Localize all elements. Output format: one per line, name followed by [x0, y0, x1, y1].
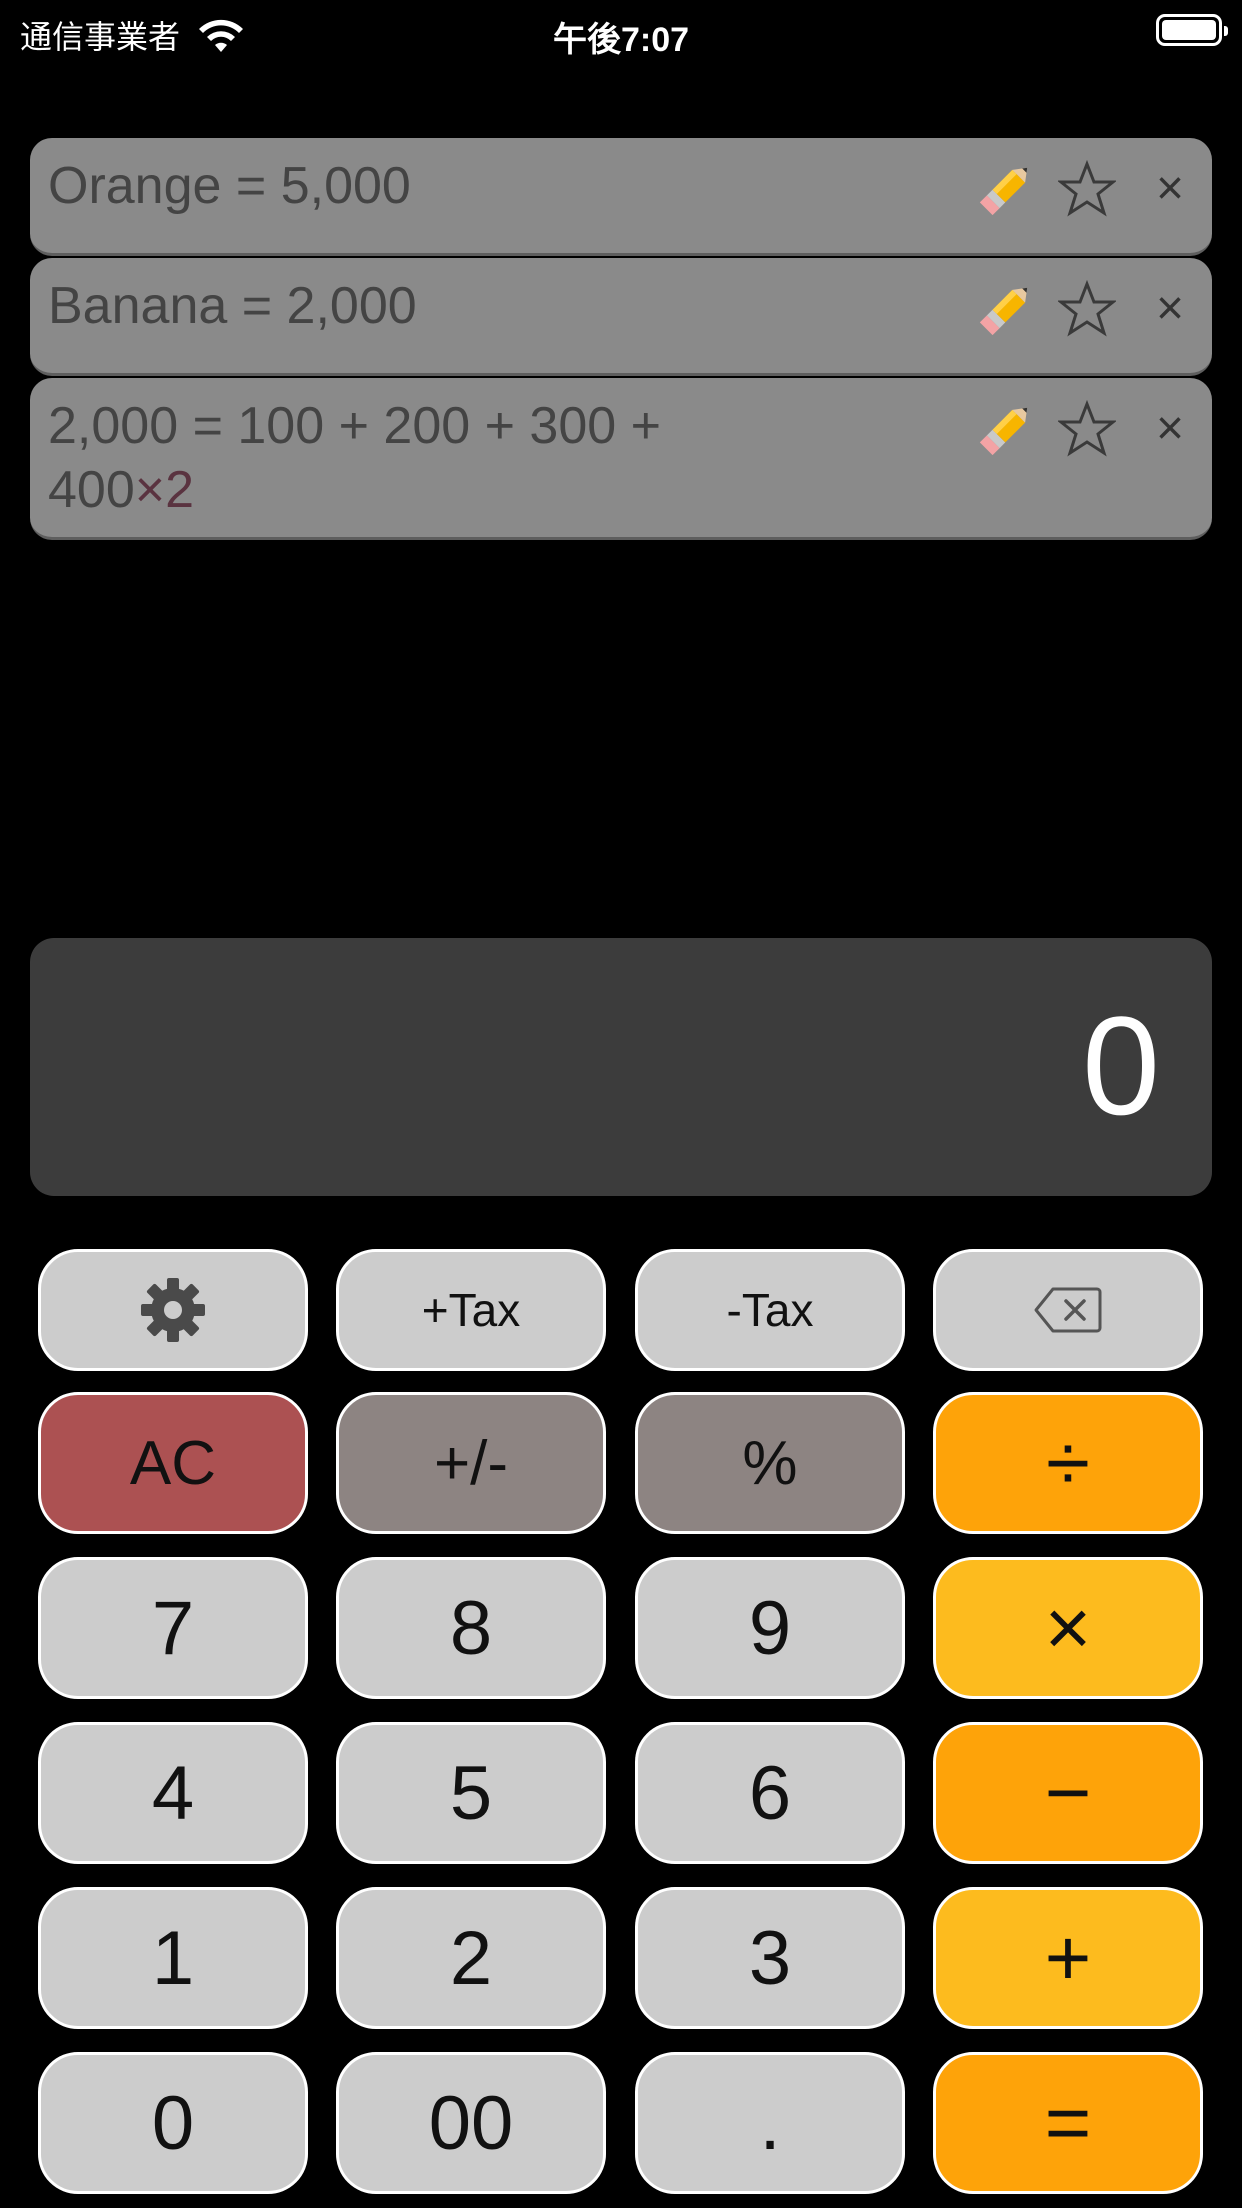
close-icon[interactable]: × — [1150, 277, 1190, 341]
history-term-value: 400 — [48, 461, 135, 519]
history-list: Orange = 5,000 × Banana = 2,000 × 2,000 … — [30, 138, 1212, 542]
star-outline-icon[interactable] — [1058, 400, 1116, 458]
digit-5-button[interactable]: 5 — [336, 1722, 606, 1864]
battery-icon — [1156, 14, 1228, 46]
star-outline-icon[interactable] — [1058, 160, 1116, 218]
backspace-icon — [1034, 1287, 1102, 1333]
percent-button[interactable]: % — [635, 1392, 905, 1534]
digit-8-button[interactable]: 8 — [336, 1557, 606, 1699]
settings-button[interactable] — [38, 1249, 308, 1371]
history-item[interactable]: Orange = 5,000 × — [30, 138, 1212, 256]
pencil-icon[interactable] — [972, 276, 1040, 342]
battery-nub — [1224, 26, 1228, 36]
status-bar: 通信事業者 午後7:07 — [0, 0, 1242, 62]
history-expression: Orange = 5,000 — [48, 157, 411, 215]
digit-4-button[interactable]: 4 — [38, 1722, 308, 1864]
history-item[interactable]: Banana = 2,000 × — [30, 258, 1212, 376]
digit-9-button[interactable]: 9 — [635, 1557, 905, 1699]
digit-3-button[interactable]: 3 — [635, 1887, 905, 2029]
pencil-icon[interactable] — [972, 156, 1040, 222]
equals-button[interactable]: = — [933, 2052, 1203, 2194]
calculator-screen: 通信事業者 午後7:07 Orange = 5,000 × Banana = 2… — [0, 0, 1242, 2208]
plus-minus-button[interactable]: +/- — [336, 1392, 606, 1534]
history-expression-line1: 2,000 = 100 + 200 + 300 + — [48, 397, 662, 455]
history-item[interactable]: 2,000 = 100 + 200 + 300 + 400×2 × — [30, 378, 1212, 540]
digit-6-button[interactable]: 6 — [635, 1722, 905, 1864]
result-display: 0 — [30, 938, 1212, 1196]
history-term-multiplier: ×2 — [134, 461, 195, 519]
backspace-button[interactable] — [933, 1249, 1203, 1371]
minus-button[interactable]: − — [933, 1722, 1203, 1864]
history-item-actions: × — [972, 396, 1190, 462]
multiply-button[interactable]: × — [933, 1557, 1203, 1699]
digit-7-button[interactable]: 7 — [38, 1557, 308, 1699]
history-expression: Banana = 2,000 — [48, 277, 417, 335]
minus-tax-button[interactable]: -Tax — [635, 1249, 905, 1371]
plus-button[interactable]: + — [933, 1887, 1203, 2029]
digit-0-button[interactable]: 0 — [38, 2052, 308, 2194]
display-value: 0 — [1082, 987, 1160, 1144]
plus-tax-button[interactable]: +Tax — [336, 1249, 606, 1371]
battery-level — [1162, 20, 1216, 40]
close-icon[interactable]: × — [1150, 157, 1190, 221]
divide-button[interactable]: ÷ — [933, 1392, 1203, 1534]
close-icon[interactable]: × — [1150, 397, 1190, 461]
digit-2-button[interactable]: 2 — [336, 1887, 606, 2029]
status-time: 午後7:07 — [552, 21, 690, 59]
decimal-button[interactable]: . — [635, 2052, 905, 2194]
history-item-actions: × — [972, 276, 1190, 342]
star-outline-icon[interactable] — [1058, 280, 1116, 338]
history-expression-line2: 400×2 — [48, 458, 952, 522]
pencil-icon[interactable] — [972, 396, 1040, 462]
history-item-actions: × — [972, 156, 1190, 222]
all-clear-button[interactable]: AC — [38, 1392, 308, 1534]
double-zero-button[interactable]: 00 — [336, 2052, 606, 2194]
gear-icon — [141, 1278, 205, 1342]
digit-1-button[interactable]: 1 — [38, 1887, 308, 2029]
